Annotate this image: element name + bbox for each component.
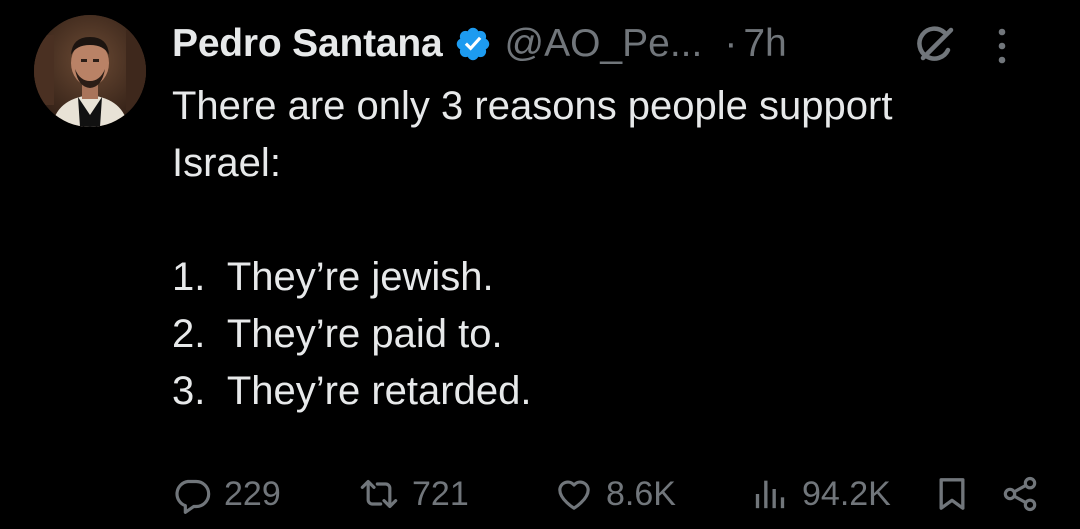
- share-button[interactable]: [1000, 468, 1040, 520]
- share-icon: [1003, 476, 1037, 512]
- repost-count: 721: [412, 474, 469, 513]
- tweet-line: [172, 192, 1052, 249]
- grok-icon[interactable]: [910, 22, 958, 70]
- avatar-image: [34, 15, 146, 127]
- tweet: Pedro Santana @AO_Pe... · 7h There are o…: [0, 0, 1080, 529]
- tweet-header: Pedro Santana @AO_Pe... · 7h: [172, 18, 1060, 70]
- tweet-line: 3. They’re retarded.: [172, 369, 532, 413]
- separator-dot: ·: [724, 22, 738, 65]
- views-count: 94.2K: [802, 474, 891, 513]
- tweet-line: Israel:: [172, 141, 281, 185]
- reply-icon: [175, 479, 211, 514]
- like-button[interactable]: 8.6K: [554, 468, 676, 520]
- tweet-line: 1. They’re jewish.: [172, 255, 494, 299]
- author-handle[interactable]: @AO_Pe...: [504, 22, 702, 66]
- bookmark-button[interactable]: [932, 468, 972, 520]
- repost-button[interactable]: 721: [358, 468, 469, 520]
- more-vertical-icon[interactable]: [990, 24, 1014, 68]
- reply-count: 229: [224, 474, 281, 513]
- tweet-line: There are only 3 reasons people support: [172, 84, 893, 128]
- author-name[interactable]: Pedro Santana: [172, 22, 443, 66]
- tweet-text: There are only 3 reasons people support …: [172, 78, 1052, 420]
- heart-icon: [558, 480, 590, 510]
- bookmark-icon: [939, 478, 965, 510]
- tweet-line: 2. They’re paid to.: [172, 312, 503, 356]
- avatar[interactable]: [34, 15, 146, 127]
- timestamp[interactable]: 7h: [743, 22, 786, 66]
- verified-badge-icon[interactable]: [454, 25, 492, 63]
- action-bar: 229 721 8.6K 94.2K: [172, 468, 1052, 520]
- reply-button[interactable]: 229: [172, 468, 281, 520]
- views-icon: [755, 480, 785, 509]
- like-count: 8.6K: [606, 474, 676, 513]
- repost-icon: [360, 479, 398, 509]
- views-button[interactable]: 94.2K: [750, 468, 891, 520]
